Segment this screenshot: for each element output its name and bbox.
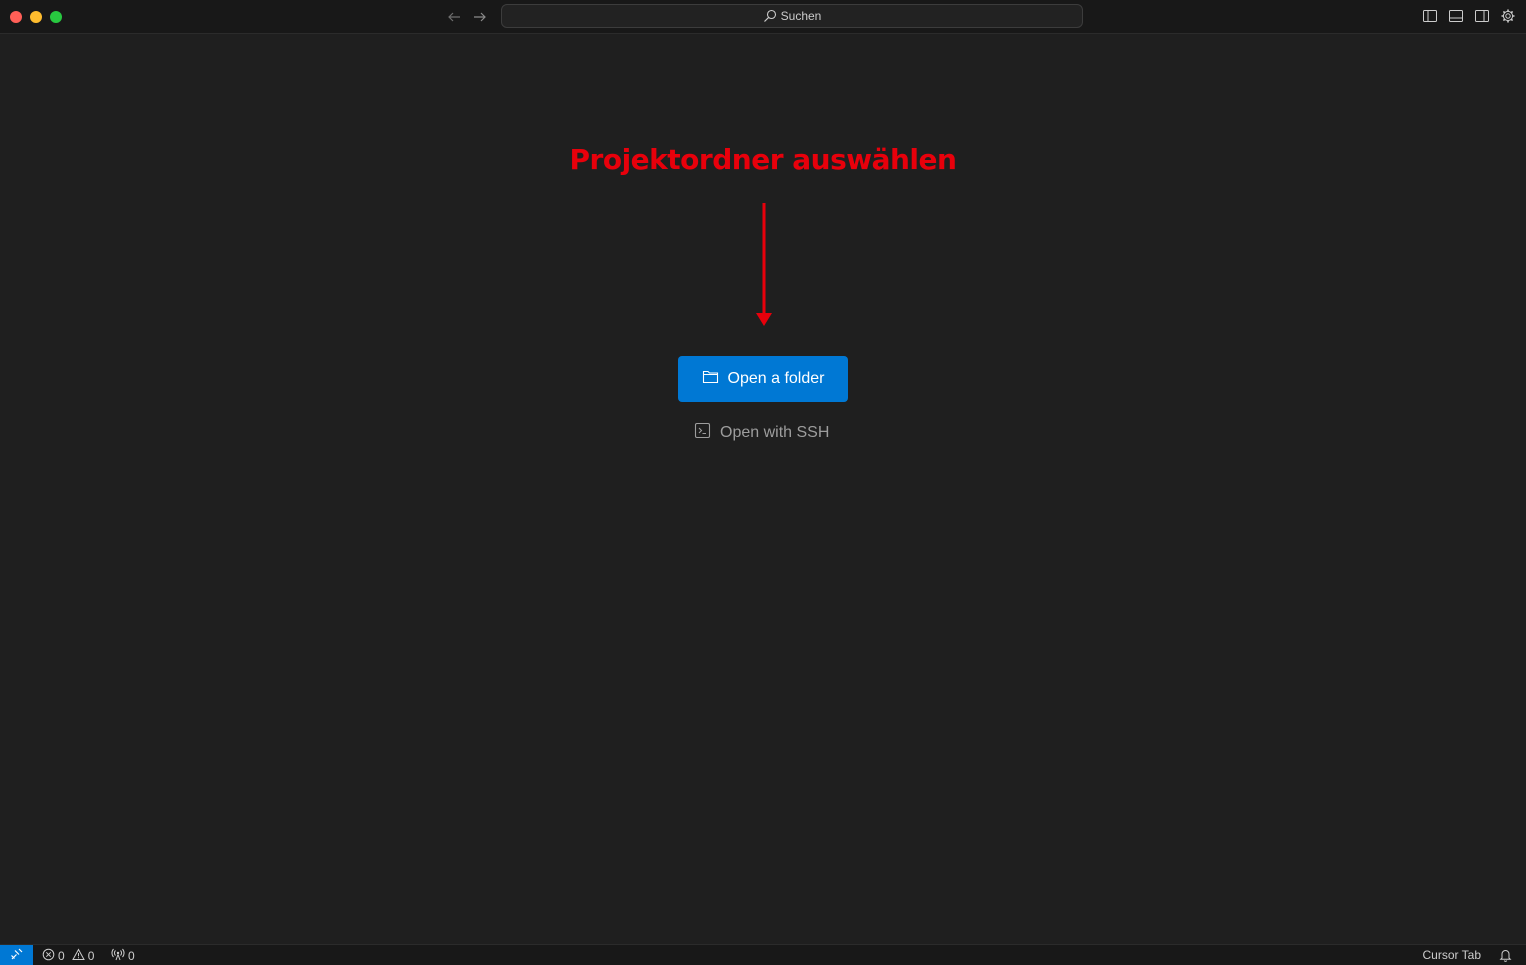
layout-controls [1421, 7, 1516, 25]
status-bar: 0 0 0 Cursor Tab [0, 944, 1526, 965]
remote-indicator[interactable] [0, 945, 33, 965]
toggle-panel-icon[interactable] [1447, 7, 1464, 25]
open-folder-button[interactable]: Open a folder [678, 356, 848, 402]
warning-icon [71, 947, 85, 964]
open-ssh-label: Open with SSH [720, 424, 830, 441]
bell-icon[interactable] [1499, 948, 1512, 965]
back-arrow-icon[interactable] [444, 7, 464, 27]
annotation-arrow [754, 202, 774, 333]
problems-indicator[interactable]: 0 0 [42, 947, 95, 964]
search-icon [763, 9, 777, 23]
forward-arrow-icon[interactable] [470, 7, 490, 27]
title-bar: Suchen [0, 0, 1526, 34]
window-minimize-button[interactable] [30, 11, 42, 23]
open-folder-label: Open a folder [727, 370, 825, 387]
warning-count: 0 [87, 948, 95, 963]
search-label: Suchen [780, 9, 822, 23]
error-icon [42, 948, 55, 964]
terminal-icon [694, 422, 711, 444]
cursor-tab-status[interactable]: Cursor Tab [1423, 948, 1481, 962]
open-with-ssh-button[interactable]: Open with SSH [694, 422, 829, 444]
toggle-secondary-sidebar-icon[interactable] [1473, 7, 1490, 25]
gear-icon[interactable] [1499, 7, 1516, 25]
command-center-search[interactable]: Suchen [501, 4, 1083, 28]
window-close-button[interactable] [10, 11, 22, 23]
window-maximize-button[interactable] [50, 11, 62, 23]
error-count: 0 [58, 948, 65, 963]
toggle-primary-sidebar-icon[interactable] [1421, 7, 1438, 25]
folder-icon [702, 369, 719, 389]
annotation-text: Projektordner auswählen [569, 143, 957, 176]
ports-indicator[interactable]: 0 [111, 948, 135, 963]
broadcast-icon [111, 948, 125, 964]
ports-count: 0 [128, 948, 135, 963]
remote-icon [10, 947, 24, 964]
